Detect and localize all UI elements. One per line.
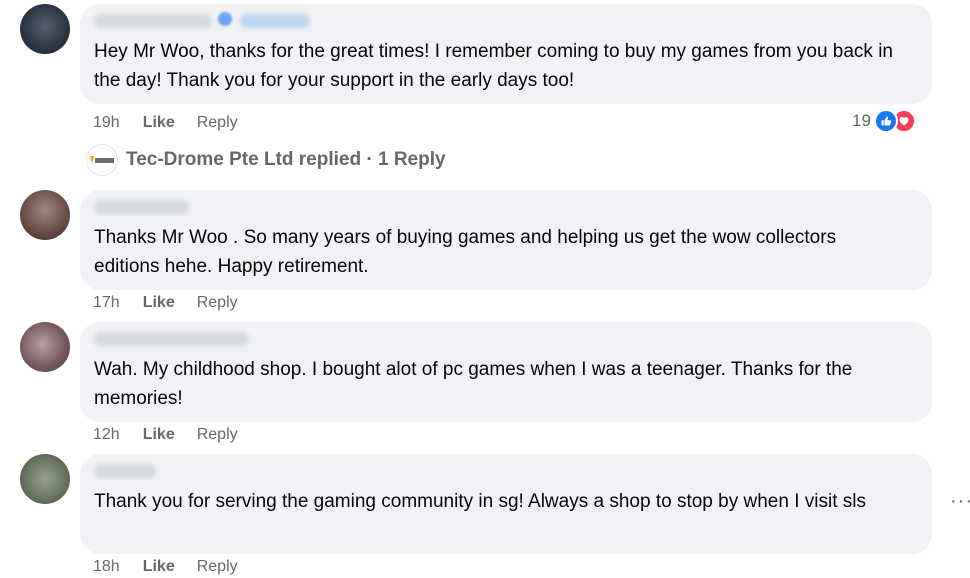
follow-link[interactable] <box>240 14 310 28</box>
verified-badge-icon <box>218 12 232 26</box>
comment-actions: 12h Like Reply <box>93 424 238 446</box>
like-icon <box>873 109 898 133</box>
page-logo-icon <box>86 144 118 176</box>
avatar[interactable] <box>20 4 70 54</box>
reply-thread-page: Tec-Drome Pte Ltd replied <box>126 149 362 170</box>
comment-timestamp[interactable]: 18h <box>93 558 120 576</box>
comment-timestamp[interactable]: 19h <box>93 114 120 132</box>
reaction-summary[interactable]: 19 <box>852 109 916 133</box>
like-button[interactable]: Like <box>143 426 175 444</box>
reply-button[interactable]: Reply <box>197 558 238 576</box>
avatar[interactable] <box>20 190 70 240</box>
comment-bubble: Thank you for serving the gaming communi… <box>80 454 932 554</box>
comment-actions: 19h Like Reply <box>93 112 238 134</box>
comment-author[interactable] <box>94 200 189 214</box>
comment-author[interactable] <box>94 464 156 478</box>
reply-button[interactable]: Reply <box>197 426 238 444</box>
like-button[interactable]: Like <box>143 294 175 312</box>
comment-text: Wah. My childhood shop. I bought alot of… <box>94 359 853 409</box>
reply-thread-link[interactable]: Tec-Drome Pte Ltd replied · 1 Reply <box>86 144 446 176</box>
comment-bubble: Thanks Mr Woo . So many years of buying … <box>80 190 932 290</box>
more-options-icon[interactable]: ··· <box>950 490 970 513</box>
reply-button[interactable]: Reply <box>197 294 238 312</box>
reaction-count: 19 <box>852 111 871 130</box>
comment-actions: 18h Like Reply <box>93 556 238 578</box>
comment-actions: 17h Like Reply <box>93 292 238 314</box>
comment-bubble: Hey Mr Woo, thanks for the great times! … <box>80 4 932 104</box>
avatar[interactable] <box>20 454 70 504</box>
reply-thread-count: 1 Reply <box>377 149 446 170</box>
comment-author[interactable] <box>94 14 212 28</box>
comment-text: Thanks Mr Woo . So many years of buying … <box>94 227 837 277</box>
reply-button[interactable]: Reply <box>197 114 238 132</box>
like-button[interactable]: Like <box>143 558 175 576</box>
avatar[interactable] <box>20 322 70 372</box>
comment-author[interactable] <box>94 332 249 346</box>
like-button[interactable]: Like <box>143 114 175 132</box>
comment-timestamp[interactable]: 17h <box>93 294 120 312</box>
comment-text: Hey Mr Woo, thanks for the great times! … <box>94 41 894 91</box>
reply-thread-separator: · <box>361 149 378 170</box>
comment-bubble: Wah. My childhood shop. I bought alot of… <box>80 322 932 422</box>
comment-timestamp[interactable]: 12h <box>93 426 120 444</box>
comment-text: Thank you for serving the gaming communi… <box>94 491 866 512</box>
